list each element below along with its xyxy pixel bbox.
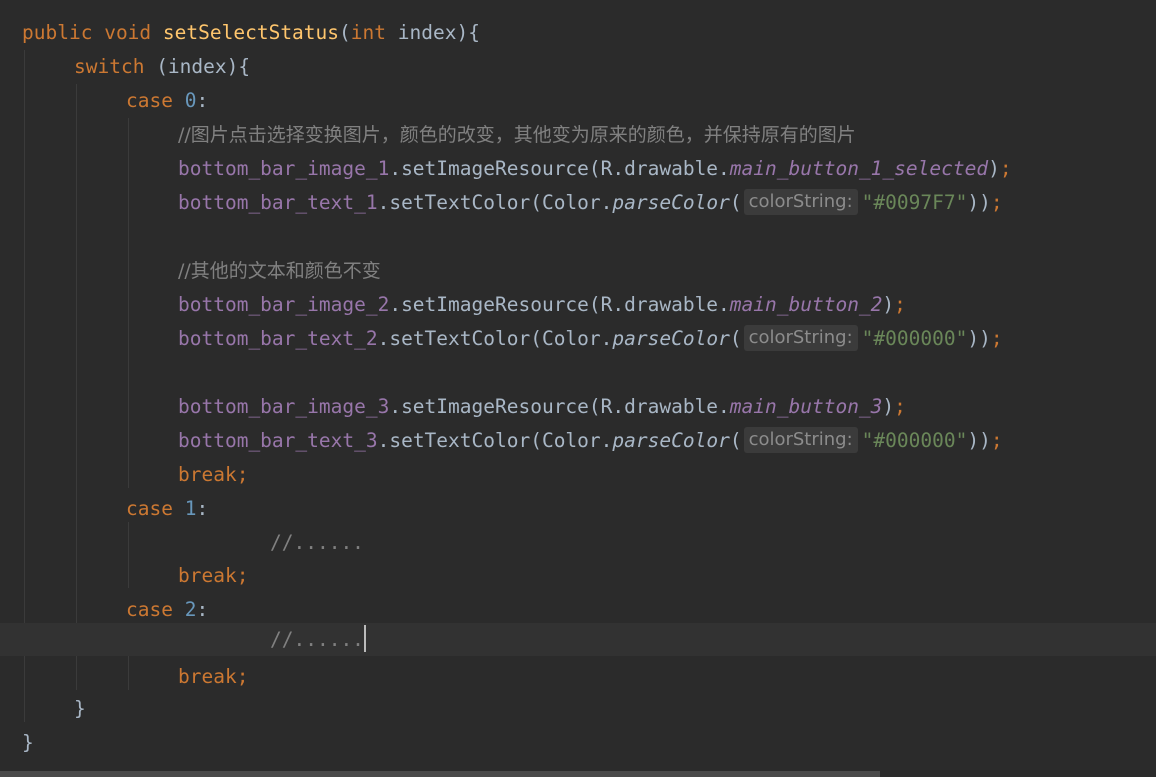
parameter-hint: colorString: — [743, 189, 858, 215]
code-text: ) — [882, 293, 895, 316]
resource-field: main_button_1_selected — [729, 157, 989, 180]
text-caret — [363, 625, 366, 652]
semicolon: ; — [894, 293, 906, 316]
closing-brace: } — [22, 731, 34, 754]
semicolon: ; — [236, 564, 249, 587]
resource-field: main_button_2 — [729, 293, 883, 316]
comment: //其他的文本和颜色不变 — [178, 260, 381, 282]
field-name: bottom_bar_text_2 — [178, 327, 378, 350]
keyword: case — [126, 89, 173, 112]
code-line[interactable]: } — [0, 726, 1156, 759]
field-name: bottom_bar_text_3 — [178, 429, 378, 452]
code-line[interactable]: case 2: — [0, 593, 1156, 626]
field-name: bottom_bar_text_1 — [178, 191, 378, 214]
field-name: bottom_bar_image_3 — [178, 395, 390, 418]
static-method: parseColor — [612, 191, 730, 214]
number-literal: 0 — [184, 89, 197, 112]
code-line[interactable]: //图片点击选择变换图片，颜色的改变，其他变为原来的颜色，并保持原有的图片 — [0, 118, 1156, 151]
paren: ( — [339, 21, 351, 44]
code-text: .setTextColor(Color. — [377, 327, 613, 350]
code-line[interactable]: case 0: — [0, 84, 1156, 117]
keyword: public — [22, 21, 93, 44]
code-line[interactable]: } — [0, 692, 1156, 725]
comment: //...... — [270, 628, 364, 651]
parameter-hint: colorString: — [743, 427, 858, 453]
code-text: ) — [988, 157, 1000, 180]
current-line[interactable]: //...... — [0, 623, 1156, 656]
method-name: setSelectStatus — [162, 21, 340, 44]
code-text: .setTextColor(Color. — [377, 429, 613, 452]
code-text: .setImageResource(R.drawable. — [389, 293, 730, 316]
keyword: case — [126, 598, 173, 621]
semicolon: ; — [894, 395, 906, 418]
code-line[interactable]: bottom_bar_text_1.setTextColor(Color.par… — [0, 186, 1156, 219]
keyword: case — [126, 497, 173, 520]
paren: ( — [729, 191, 742, 214]
semicolon: ; — [236, 665, 249, 688]
keyword: break — [178, 564, 237, 587]
code-line[interactable]: case 1: — [0, 492, 1156, 525]
code-text: : — [196, 89, 209, 112]
code-line[interactable]: //其他的文本和颜色不变 — [0, 254, 1156, 287]
comment: //...... — [270, 531, 364, 554]
code-text: ) — [882, 395, 895, 418]
keyword: switch — [74, 55, 145, 78]
code-text: : — [196, 598, 209, 621]
semicolon: ; — [990, 429, 1003, 452]
code-text: index){ — [386, 21, 480, 44]
number-literal: 2 — [184, 598, 197, 621]
code-text: )) — [967, 429, 991, 452]
semicolon: ; — [990, 191, 1003, 214]
horizontal-scrollbar[interactable] — [0, 771, 880, 777]
keyword: int — [350, 21, 387, 44]
closing-brace: } — [74, 697, 86, 720]
static-method: parseColor — [612, 327, 730, 350]
code-editor[interactable]: public void setSelectStatus(int index){ … — [0, 0, 1156, 777]
string-literal: "#0097F7" — [861, 191, 968, 214]
semicolon: ; — [990, 327, 1003, 350]
resource-field: main_button_3 — [729, 395, 883, 418]
code-text: : — [196, 497, 209, 520]
semicolon: ; — [236, 463, 249, 486]
code-text: .setImageResource(R.drawable. — [389, 157, 730, 180]
string-literal: "#000000" — [861, 429, 968, 452]
code-text: )) — [967, 191, 991, 214]
semicolon: ; — [999, 157, 1012, 180]
code-line[interactable]: break; — [0, 458, 1156, 491]
comment: //图片点击选择变换图片，颜色的改变，其他变为原来的颜色，并保持原有的图片 — [178, 124, 856, 146]
code-line[interactable]: switch (index){ — [0, 50, 1156, 83]
code-text: .setImageResource(R.drawable. — [389, 395, 730, 418]
code-line[interactable]: //...... — [0, 526, 1156, 559]
keyword: break — [178, 665, 237, 688]
paren: ( — [729, 327, 742, 350]
field-name: bottom_bar_image_1 — [178, 157, 390, 180]
code-line[interactable]: bottom_bar_image_1.setImageResource(R.dr… — [0, 152, 1156, 185]
code-line[interactable]: bottom_bar_text_2.setTextColor(Color.par… — [0, 322, 1156, 355]
code-line[interactable]: public void setSelectStatus(int index){ — [0, 16, 1156, 49]
parameter-hint: colorString: — [743, 325, 858, 351]
paren: ( — [729, 429, 742, 452]
code-line[interactable]: bottom_bar_text_3.setTextColor(Color.par… — [0, 424, 1156, 457]
code-text: .setTextColor(Color. — [377, 191, 613, 214]
code-text: (index){ — [144, 55, 251, 78]
code-line[interactable]: break; — [0, 559, 1156, 592]
code-line[interactable]: break; — [0, 660, 1156, 693]
field-name: bottom_bar_image_2 — [178, 293, 390, 316]
code-line[interactable]: bottom_bar_image_2.setImageResource(R.dr… — [0, 288, 1156, 321]
string-literal: "#000000" — [861, 327, 968, 350]
keyword: void — [104, 21, 152, 44]
keyword: break — [178, 463, 237, 486]
static-method: parseColor — [612, 429, 730, 452]
code-text: )) — [967, 327, 991, 350]
code-line[interactable]: bottom_bar_image_3.setImageResource(R.dr… — [0, 390, 1156, 423]
number-literal: 1 — [184, 497, 197, 520]
